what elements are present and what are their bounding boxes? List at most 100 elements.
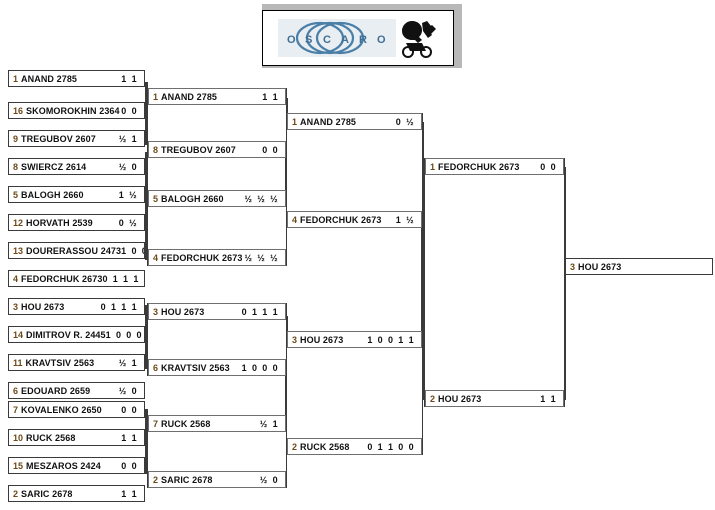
r2-match-1: 1 ANAND 2785 1 1 8 TREGUBOV 2607 0 0 <box>147 88 287 158</box>
r1-m2-player-bottom[interactable]: 8 SWIERCZ 2614 ½ 0 <box>8 158 145 175</box>
r1-m6-player-top[interactable]: 11 KRAVTSIV 2563 ½ 1 <box>8 354 145 371</box>
champion-box[interactable]: 3 HOU 2673 <box>565 258 713 275</box>
r2-m3-player-top[interactable]: 3 HOU 2673 0 1 1 1 <box>148 303 286 320</box>
match-score: 1 0 0 0 <box>241 362 279 373</box>
player-name: SARIC 2678 <box>161 474 213 485</box>
match-score: ½ ½ ½ <box>244 252 279 263</box>
match-score: 0 ½ <box>395 116 415 127</box>
seed: 2 <box>153 474 159 485</box>
r1-m6-player-bottom[interactable]: 6 EDOUARD 2659 ½ 0 <box>8 382 145 399</box>
player-name: HOU 2673 <box>161 306 205 317</box>
r2-match-2: 5 BALOGH 2660 ½ ½ ½ 4 FEDORCHUK 2673 ½ ½… <box>147 190 287 266</box>
player-name: FEDORCHUK 2673 <box>300 214 382 225</box>
r3-m1-player-top[interactable]: 1 ANAND 2785 0 ½ <box>287 113 422 130</box>
r2-m1-player-top[interactable]: 1 ANAND 2785 1 1 <box>148 88 286 105</box>
player-name: DOURERASSOU 2473 <box>26 245 122 256</box>
match-score: ½ 0 <box>118 385 138 396</box>
r1-m1-player-bottom[interactable]: 16 SKOMOROKHIN 2364 0 0 <box>8 102 145 119</box>
seed: 2 <box>13 488 19 499</box>
player-name: HOU 2673 <box>300 334 344 345</box>
r3-m2-player-bottom[interactable]: 2 RUCK 2568 0 1 1 0 0 <box>287 438 422 455</box>
seed: 3 <box>13 301 19 312</box>
final-player-top[interactable]: 1 FEDORCHUK 2673 0 0 <box>425 158 564 175</box>
seed: 1 <box>430 161 436 172</box>
r1-m3-player-top[interactable]: 5 BALOGH 2660 1 ½ <box>8 186 145 203</box>
seed: 14 <box>13 329 24 340</box>
seed: 6 <box>13 385 19 396</box>
r1-m3-player-bottom[interactable]: 12 HORVATH 2539 0 ½ <box>8 214 145 231</box>
match-score: 1 0 0 1 1 <box>367 334 415 345</box>
seed: 8 <box>13 161 19 172</box>
oscaro-wordmark: O S C A R O <box>278 19 396 57</box>
r1-m5-player-bottom[interactable]: 14 DIMITROV R. 2445 1 0 0 0 <box>8 326 145 343</box>
oscaro-letter-5: O <box>377 34 386 46</box>
match-score: ½ 1 <box>118 357 138 368</box>
r3-match-1: 1 ANAND 2785 0 ½ 4 FEDORCHUK 2673 1 ½ <box>286 113 423 228</box>
seed: 16 <box>13 105 24 116</box>
r1-m7-player-top[interactable]: 7 KOVALENKO 2650 0 0 <box>8 401 145 418</box>
seed: 4 <box>153 252 159 263</box>
r1-m1-player-top[interactable]: 1 ANAND 2785 1 1 <box>8 70 145 87</box>
player-name: SARIC 2678 <box>21 488 73 499</box>
r1-m4-player-top[interactable]: 13 DOURERASSOU 2473 1 0 0 0 <box>8 242 145 259</box>
match-score: ½ ½ ½ <box>244 193 279 204</box>
r2-m4-player-bottom[interactable]: 2 SARIC 2678 ½ 0 <box>148 471 286 488</box>
match-score: ½ 1 <box>118 133 138 144</box>
match-score: 1 1 <box>540 393 557 404</box>
r1-m5-player-top[interactable]: 3 HOU 2673 0 1 1 1 <box>8 298 145 315</box>
r1-m8-player-bottom[interactable]: 2 SARIC 2678 1 1 <box>8 485 145 502</box>
player-name: BALOGH 2660 <box>21 189 84 200</box>
player-name: ANAND 2785 <box>21 73 78 84</box>
player-name: FEDORCHUK 2673 <box>438 161 520 172</box>
match-score: 0 1 1 0 0 <box>367 441 415 452</box>
match-score: ½ 1 <box>259 418 279 429</box>
match-score: 1 0 0 0 <box>105 329 143 340</box>
player-name: HOU 2673 <box>438 393 482 404</box>
player-name: MESZAROS 2424 <box>26 460 101 471</box>
seed: 3 <box>153 306 159 317</box>
player-name: SKOMOROKHIN 2364 <box>26 105 120 116</box>
player-name: FEDORCHUK 2673 <box>21 273 103 284</box>
r2-m2-player-bottom[interactable]: 4 FEDORCHUK 2673 ½ ½ ½ <box>148 249 286 266</box>
player-name: ANAND 2785 <box>300 116 357 127</box>
match-score: ½ 0 <box>259 474 279 485</box>
oscaro-letter-2: C <box>323 34 331 46</box>
player-name: TREGUBOV 2607 <box>161 144 236 155</box>
match-score: 0 ½ <box>118 217 138 228</box>
r1-m4-player-bottom[interactable]: 4 FEDORCHUK 2673 0 1 1 1 <box>8 270 145 287</box>
seed: 6 <box>153 362 159 373</box>
match-score: 1 ½ <box>118 189 138 200</box>
player-name: EDOUARD 2659 <box>21 385 91 396</box>
r2-m3-player-bottom[interactable]: 6 KRAVTSIV 2563 1 0 0 0 <box>148 359 286 376</box>
final-player-bottom[interactable]: 2 HOU 2673 1 1 <box>425 390 564 407</box>
player-name: SWIERCZ 2614 <box>21 161 87 172</box>
seed: 1 <box>153 91 159 102</box>
player-name: KOVALENKO 2650 <box>21 404 102 415</box>
match-score: ½ 0 <box>118 161 138 172</box>
seed: 2 <box>292 441 298 452</box>
player-name: ANAND 2785 <box>161 91 218 102</box>
r1-m8-player-top[interactable]: 15 MESZAROS 2424 0 0 <box>8 457 145 474</box>
r2-m2-player-top[interactable]: 5 BALOGH 2660 ½ ½ ½ <box>148 190 286 207</box>
r1-m2-player-top[interactable]: 9 TREGUBOV 2607 ½ 1 <box>8 130 145 147</box>
seed: 4 <box>292 214 298 225</box>
r2-m1-player-bottom[interactable]: 8 TREGUBOV 2607 0 0 <box>148 141 286 158</box>
final-match: 1 FEDORCHUK 2673 0 0 2 HOU 2673 1 1 <box>424 158 565 407</box>
r2-m4-player-top[interactable]: 7 RUCK 2568 ½ 1 <box>148 415 286 432</box>
r3-m1-player-bottom[interactable]: 4 FEDORCHUK 2673 1 ½ <box>287 211 422 228</box>
r1-m7-player-bottom[interactable]: 10 RUCK 2568 1 1 <box>8 429 145 446</box>
tournament-logo-panel: O S C A R O <box>262 10 454 66</box>
oscaro-letter-0: O <box>287 34 296 46</box>
player-name: HORVATH 2539 <box>26 217 93 228</box>
oscaro-mechanic-icon <box>398 17 438 59</box>
player-name: HOU 2673 <box>21 301 65 312</box>
seed: 7 <box>13 404 19 415</box>
seed: 4 <box>13 273 19 284</box>
r3-m2-player-top[interactable]: 3 HOU 2673 1 0 0 1 1 <box>287 331 422 348</box>
player-name: TREGUBOV 2607 <box>21 133 96 144</box>
seed: 13 <box>13 245 24 256</box>
match-score: 0 0 <box>121 105 138 116</box>
match-score: 0 1 1 1 <box>241 306 279 317</box>
tournament-logo-frame: O S C A R O <box>262 4 462 68</box>
player-name: BALOGH 2660 <box>161 193 224 204</box>
